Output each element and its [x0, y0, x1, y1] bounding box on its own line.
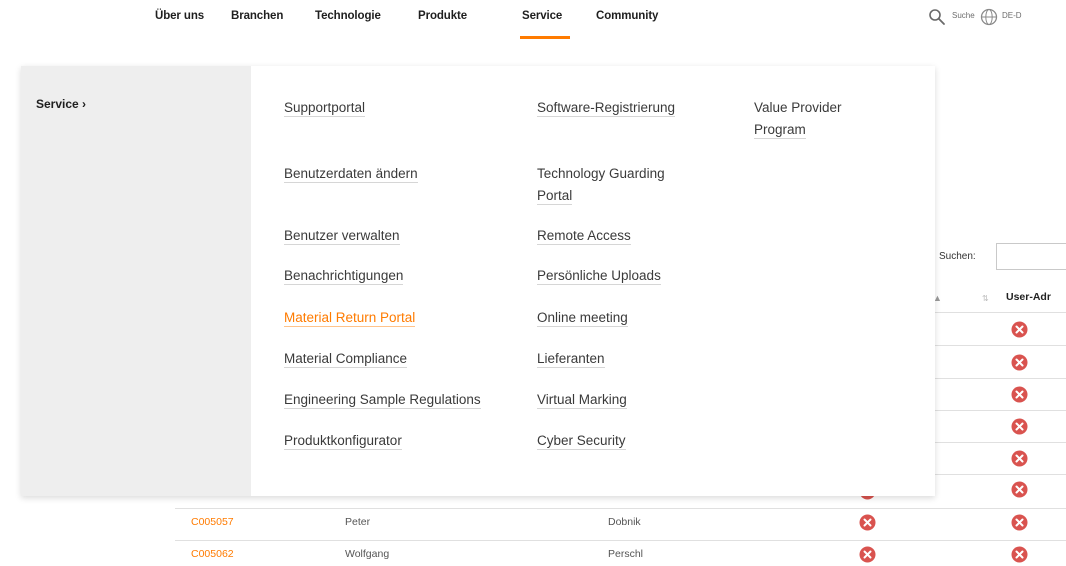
nav-item-branchen[interactable]: Branchen	[231, 10, 283, 22]
search-label[interactable]: Suche	[952, 11, 975, 20]
table-cell-last-name: Perschl	[608, 548, 644, 560]
nav-item-service[interactable]: Service	[522, 10, 562, 22]
column-header-user-admin[interactable]: User-Adr	[1006, 291, 1051, 303]
nav-item-produkte[interactable]: Produkte	[418, 10, 467, 22]
menu-link-online-meeting[interactable]: Online meeting	[537, 307, 628, 329]
menu-link-remote-access[interactable]: Remote Access	[537, 225, 631, 247]
x-circle-icon[interactable]	[1011, 386, 1028, 403]
menu-link-produktkonfigurator[interactable]: Produktkonfigurator	[284, 430, 402, 452]
menu-link-benutzer-verwalten[interactable]: Benutzer verwalten	[284, 225, 400, 247]
x-circle-icon[interactable]	[1011, 450, 1028, 467]
mega-menu-section-title[interactable]: Service ›	[36, 97, 86, 111]
table-cell-id[interactable]: C005057	[191, 516, 234, 528]
table-search-label: Suchen:	[939, 251, 976, 262]
menu-link-technology-guarding-portal[interactable]: Technology Guarding Portal	[537, 163, 665, 207]
x-circle-icon[interactable]	[859, 546, 876, 563]
top-navigation: Über uns Branchen Technologie Produkte S…	[0, 0, 1066, 48]
table-divider	[932, 378, 1066, 379]
table-cell-last-name: Dobnik	[608, 516, 641, 528]
x-circle-icon[interactable]	[1011, 481, 1028, 498]
table-cell-id[interactable]: C005062	[191, 548, 234, 560]
menu-link-persoenliche-uploads[interactable]: Persönliche Uploads	[537, 265, 661, 287]
language-selector[interactable]: DE-D	[1002, 11, 1022, 20]
table-cell-first-name: Wolfgang	[345, 548, 390, 560]
menu-link-benutzerdaten-aendern[interactable]: Benutzerdaten ändern	[284, 163, 418, 185]
x-circle-icon[interactable]	[1011, 321, 1028, 338]
table-divider	[932, 312, 1066, 313]
nav-item-technologie[interactable]: Technologie	[315, 10, 381, 22]
table-divider	[932, 474, 1066, 475]
mega-menu-sidebar	[21, 66, 251, 496]
search-icon[interactable]	[928, 8, 946, 26]
x-circle-icon[interactable]	[1011, 514, 1028, 531]
menu-link-cyber-security[interactable]: Cyber Security	[537, 430, 626, 452]
table-cell-first-name: Peter	[345, 516, 371, 528]
menu-link-lieferanten[interactable]: Lieferanten	[537, 348, 605, 370]
x-circle-icon[interactable]	[1011, 418, 1028, 435]
table-divider	[175, 540, 1066, 541]
table-search-input[interactable]	[996, 243, 1066, 270]
table-divider	[175, 508, 1066, 509]
menu-link-supportportal[interactable]: Supportportal	[284, 97, 366, 119]
x-circle-icon[interactable]	[1011, 546, 1028, 563]
menu-link-value-provider-program[interactable]: Value Provider Program	[754, 97, 842, 141]
nav-item-community[interactable]: Community	[596, 10, 658, 22]
nav-item-ueber-uns[interactable]: Über uns	[155, 10, 204, 22]
x-circle-icon[interactable]	[1011, 354, 1028, 371]
table-divider	[932, 345, 1066, 346]
table-divider	[932, 410, 1066, 411]
active-nav-indicator	[520, 36, 570, 39]
menu-link-material-return-portal[interactable]: Material Return Portal	[284, 307, 416, 329]
menu-link-software-registrierung[interactable]: Software-Registrierung	[537, 97, 676, 119]
x-circle-icon[interactable]	[859, 514, 876, 531]
menu-link-material-compliance[interactable]: Material Compliance	[284, 348, 408, 370]
menu-link-engineering-sample-regulations[interactable]: Engineering Sample Regulations	[284, 389, 481, 411]
table-divider	[932, 442, 1066, 443]
menu-link-virtual-marking[interactable]: Virtual Marking	[537, 389, 627, 411]
globe-icon[interactable]	[980, 8, 998, 26]
sort-icon[interactable]: ⇅	[982, 294, 989, 303]
menu-link-benachrichtigungen[interactable]: Benachrichtigungen	[284, 265, 404, 287]
